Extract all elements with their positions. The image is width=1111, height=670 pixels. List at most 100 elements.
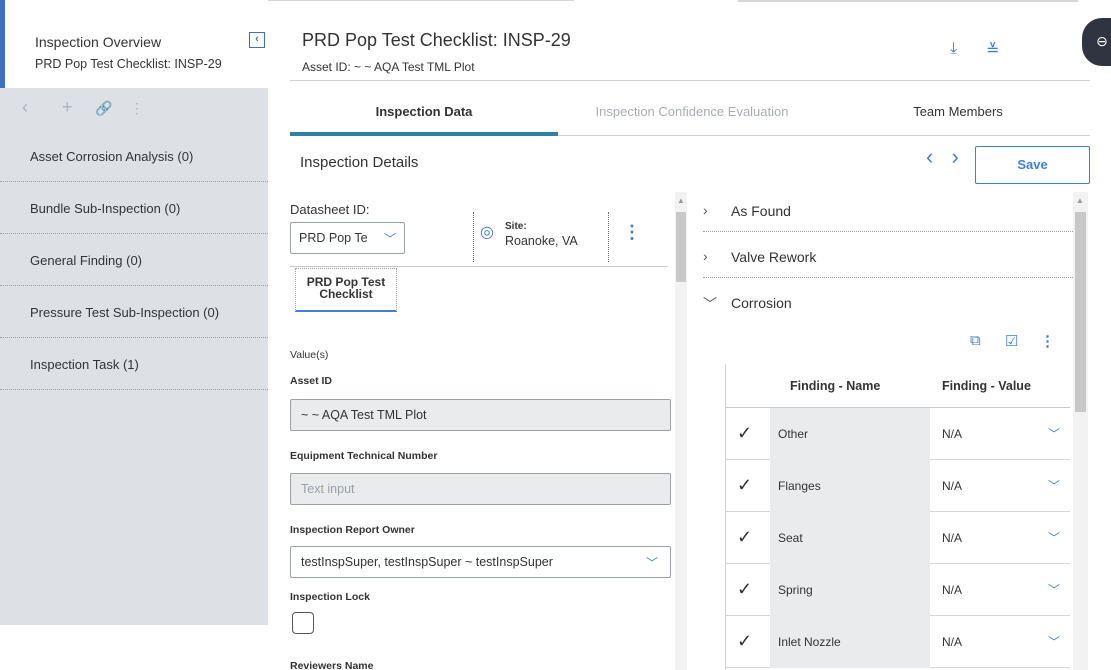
check-icon: ✓ [737, 527, 753, 547]
save-button[interactable]: Save [975, 146, 1090, 184]
equipment-technical-number-label: Equipment Technical Number [290, 450, 438, 462]
main-content: PRD Pop Test Checklist: INSP-29 Asset ID… [270, 0, 1111, 670]
datasheet-select[interactable]: PRD Pop Te ﹀ [290, 222, 405, 254]
scroll-thumb[interactable] [1075, 212, 1086, 412]
list-item[interactable]: Asset Corrosion Analysis (0) [0, 130, 268, 182]
scroll-up-icon[interactable]: ▲ [1076, 196, 1084, 205]
left-footer [0, 625, 268, 670]
list-item-label: Inspection Task (1) [30, 357, 139, 372]
compare-icon[interactable]: ≚ [986, 40, 999, 60]
page-subtitle: Asset ID: ~ ~ AQA Test TML Plot [302, 60, 475, 74]
overview-subtitle: PRD Pop Test Checklist: INSP-29 [35, 57, 222, 71]
list-item[interactable]: Bundle Sub-Inspection (0) [0, 182, 268, 234]
values-label: Value(s) [290, 349, 329, 361]
chevron-down-icon: ﹀ [1047, 479, 1060, 493]
accordion-valve-rework[interactable]: › Valve Rework [703, 238, 1073, 278]
finding-name-cell: Inlet Nozzle [770, 616, 930, 668]
findings-panel: › As Found › Valve Rework ﹀ Corrosion ⧉ … [695, 192, 1090, 670]
tab-team-members[interactable]: Team Members [826, 96, 1090, 136]
overview-title: Inspection Overview [35, 34, 162, 50]
finding-value-select[interactable]: N/A ﹀ [930, 460, 1070, 512]
chevron-down-icon: ﹀ [1047, 531, 1060, 545]
divider [290, 266, 668, 267]
scroll-thumb[interactable] [676, 212, 686, 282]
finding-value-select[interactable]: N/A ﹀ [930, 512, 1070, 564]
kebab-icon[interactable]: ⋮ [623, 222, 641, 243]
site-label: Site: [505, 221, 527, 232]
link-icon[interactable]: 🔗 [95, 100, 112, 117]
finding-name-cell: Spring [770, 564, 930, 616]
section-title: Inspection Details [300, 154, 419, 171]
list-item-label: Bundle Sub-Inspection (0) [30, 201, 181, 216]
accordion-as-found[interactable]: › As Found [703, 192, 1073, 232]
equipment-technical-number-field[interactable]: Text input [290, 473, 671, 505]
check-icon: ✓ [737, 423, 753, 443]
back-icon[interactable]: ‹ [22, 97, 28, 118]
finding-name-cell: Flanges [770, 460, 930, 512]
finding-value: N/A [942, 427, 963, 441]
finding-value: N/A [942, 531, 963, 545]
row-check[interactable]: ✓ [725, 616, 770, 668]
collapse-panel-icon[interactable]: ‹ [249, 32, 265, 48]
location-pin-icon: ◎ [480, 224, 494, 241]
inspection-report-owner-label: Inspection Report Owner [290, 524, 415, 536]
asset-id-field[interactable]: ~ ~ AQA Test TML Plot [290, 399, 671, 431]
scroll-up-icon[interactable]: ▲ [677, 196, 685, 205]
finding-name: Inlet Nozzle [778, 635, 841, 649]
header-divider [290, 80, 1090, 81]
chevron-down-icon: ﹀ [1047, 635, 1060, 649]
finding-value: N/A [942, 479, 963, 493]
inspection-lock-checkbox[interactable] [292, 612, 314, 634]
finding-name: Spring [778, 583, 813, 597]
tab-bar: Inspection Data Inspection Confidence Ev… [290, 96, 1090, 136]
overview-header[interactable]: Inspection Overview PRD Pop Test Checkli… [0, 0, 268, 88]
accordion-corrosion[interactable]: ﹀ Corrosion [703, 284, 1073, 324]
datasheet-tab[interactable]: PRD Pop Test Checklist [295, 268, 397, 312]
row-check[interactable]: ✓ [725, 408, 770, 460]
finding-value-select[interactable]: N/A ﹀ [930, 564, 1070, 616]
site-value: Roanoke, VA [505, 234, 578, 248]
finding-value-select[interactable]: N/A ﹀ [930, 616, 1070, 668]
list-item[interactable]: General Finding (0) [0, 234, 268, 286]
datasheet-label: Datasheet ID: [290, 202, 370, 217]
datasheet-scrollbar[interactable]: ▲ [675, 192, 687, 670]
kebab-icon[interactable]: ⋮ [1040, 332, 1055, 350]
inspection-lock-label: Inspection Lock [290, 591, 370, 603]
finding-name-cell: Other [770, 408, 930, 460]
list-item-label: General Finding (0) [30, 253, 142, 268]
datasheet-selected: PRD Pop Te [299, 231, 368, 245]
table-row: ✓ Seat N/A ﹀ [725, 512, 1070, 564]
finding-value-select[interactable]: N/A ﹀ [930, 408, 1070, 460]
prev-next-arrows[interactable]: ‹ › [926, 144, 965, 170]
tab-inspection-confidence-evaluation[interactable]: Inspection Confidence Evaluation [558, 96, 826, 136]
side-panel-toggle-icon[interactable]: ⊖ [1082, 18, 1111, 66]
check-square-icon[interactable]: ☑ [1005, 332, 1018, 350]
chevron-down-icon: ﹀ [383, 232, 396, 246]
row-check[interactable]: ✓ [725, 512, 770, 564]
grid-header-check [725, 364, 770, 408]
list-item[interactable]: Inspection Task (1) [0, 338, 268, 390]
plus-icon[interactable]: + [62, 97, 73, 118]
findings-scrollbar[interactable]: ▲ [1073, 192, 1088, 670]
chevron-right-icon: › [703, 248, 708, 264]
copy-icon[interactable]: ⧉ [970, 332, 981, 349]
page-title: PRD Pop Test Checklist: INSP-29 [302, 30, 571, 50]
owner-value: testInspSuper, testInspSuper ~ testInspS… [301, 555, 553, 569]
grid-header-value[interactable]: Finding - Value [930, 364, 1070, 408]
row-check[interactable]: ✓ [725, 460, 770, 512]
kebab-icon[interactable]: ⋮ [130, 100, 144, 117]
grid-header-name[interactable]: Finding - Name [770, 364, 930, 408]
finding-name: Other [778, 427, 809, 441]
related-list: Asset Corrosion Analysis (0) Bundle Sub-… [0, 130, 268, 625]
asset-id-label: Asset ID [290, 375, 333, 387]
reviewers-name-label: Reviewers Name [290, 660, 374, 670]
accordion-label: Corrosion [731, 295, 792, 311]
finding-value: N/A [942, 635, 963, 649]
row-check[interactable]: ✓ [725, 564, 770, 616]
list-item[interactable]: Pressure Test Sub-Inspection (0) [0, 286, 268, 338]
tab-inspection-data[interactable]: Inspection Data [290, 96, 558, 136]
divider [608, 212, 609, 262]
inspection-report-owner-select[interactable]: testInspSuper, testInspSuper ~ testInspS… [290, 546, 671, 578]
download-icon[interactable]: ⤓ [950, 40, 957, 58]
table-row: ✓ Other N/A ﹀ [725, 408, 1070, 460]
